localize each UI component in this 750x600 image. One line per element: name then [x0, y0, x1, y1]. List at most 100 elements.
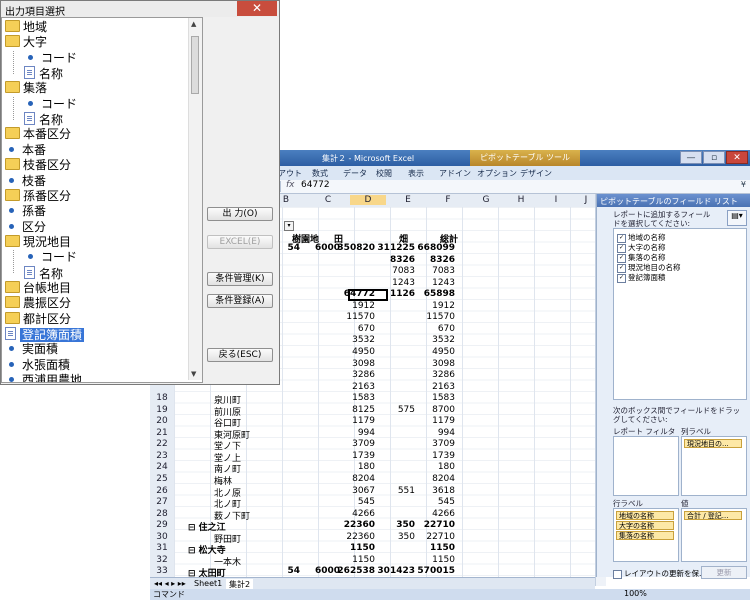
- tree-node[interactable]: コード: [24, 97, 77, 112]
- back-button[interactable]: 戻る(ESC): [207, 348, 273, 362]
- pivot-cell[interactable]: 180: [335, 462, 375, 472]
- pivot-cell[interactable]: 1912: [415, 301, 455, 311]
- row-field-chip[interactable]: 集落の名称: [616, 531, 674, 540]
- tree-node[interactable]: 水張面積: [5, 358, 70, 373]
- tree-node[interactable]: 現況地目: [5, 234, 71, 250]
- pivot-cell[interactable]: 570015: [415, 566, 455, 576]
- tab-design[interactable]: デザイン: [520, 168, 552, 179]
- tree-node[interactable]: 枝番区分: [5, 158, 71, 173]
- value-field-chip[interactable]: 合計 / 登記...: [684, 511, 742, 520]
- pivot-cell[interactable]: 4950: [335, 347, 375, 357]
- tree-node[interactable]: 登記簿面積: [5, 327, 85, 342]
- pivot-cell[interactable]: 3532: [415, 335, 455, 345]
- field-layout-button[interactable]: ▤▾: [727, 210, 747, 226]
- column-header-f[interactable]: F: [430, 195, 466, 205]
- pivot-cell[interactable]: 1126: [375, 289, 415, 299]
- field-tree[interactable]: ▲ ▼ 地域 大字 コード 名称 集落 コード 名称 本番区分 本番 枝番区分 枝番 孫番区分 孫番 区分…: [1, 17, 203, 383]
- fx-icon[interactable]: fx: [286, 180, 295, 190]
- column-header-e[interactable]: E: [390, 195, 426, 205]
- tree-node[interactable]: 孫番: [5, 204, 46, 219]
- pivot-cell[interactable]: 545: [335, 497, 375, 507]
- pivot-cell[interactable]: 4266: [335, 509, 375, 519]
- pivot-cell[interactable]: 1150: [335, 543, 375, 553]
- condition-manage-button[interactable]: 条件管理(K): [207, 272, 273, 286]
- pivot-cell[interactable]: 54: [260, 566, 300, 576]
- row-number[interactable]: 32: [150, 555, 174, 565]
- pivot-cell[interactable]: 1583: [335, 393, 375, 403]
- pivot-cell[interactable]: 1583: [415, 393, 455, 403]
- pivot-cell[interactable]: 2163: [335, 382, 375, 392]
- pivot-cell[interactable]: 3098: [415, 359, 455, 369]
- maximize-button[interactable]: ▫: [703, 151, 725, 164]
- pivot-cell[interactable]: 8700: [415, 405, 455, 415]
- pivot-cell[interactable]: 8125: [335, 405, 375, 415]
- pivot-cell[interactable]: 545: [415, 497, 455, 507]
- scroll-down-icon[interactable]: ▼: [191, 370, 196, 378]
- pivot-cell[interactable]: 64772: [335, 289, 375, 299]
- pivot-cell[interactable]: 1243: [375, 278, 415, 288]
- pivot-cell[interactable]: 2163: [415, 382, 455, 392]
- report-filter-area[interactable]: [613, 436, 679, 496]
- excel-close-button[interactable]: ✕: [726, 151, 748, 164]
- tree-node[interactable]: 区分: [5, 220, 46, 235]
- pivot-cell[interactable]: 3067: [335, 486, 375, 496]
- pivot-cell[interactable]: 1179: [335, 416, 375, 426]
- tree-scrollbar[interactable]: ▲ ▼: [188, 18, 202, 380]
- row-number[interactable]: 22: [150, 439, 174, 449]
- tree-node[interactable]: 名称: [24, 265, 63, 281]
- defer-update-checkbox[interactable]: レイアウトの更新を保...: [613, 568, 706, 579]
- row-number[interactable]: 28: [150, 509, 174, 519]
- filter-dropdown-icon[interactable]: ▾: [284, 221, 294, 231]
- field-item[interactable]: ✓ 登記簿面積: [617, 272, 666, 283]
- tree-node[interactable]: 実面積: [5, 342, 58, 357]
- pivot-cell[interactable]: 3709: [415, 439, 455, 449]
- dialog-close-button[interactable]: ✕: [237, 1, 277, 16]
- pivot-cell[interactable]: 65898: [415, 289, 455, 299]
- formula-input[interactable]: 64772: [301, 180, 330, 190]
- pivot-cell[interactable]: 4266: [415, 509, 455, 519]
- tree-node[interactable]: 地域: [5, 20, 47, 35]
- pivot-cell[interactable]: 1179: [415, 416, 455, 426]
- row-field-chip[interactable]: 大字の名称: [616, 521, 674, 530]
- pivot-cell[interactable]: 262538: [335, 566, 375, 576]
- pivot-cell[interactable]: 22360: [335, 520, 375, 530]
- pivot-cell[interactable]: 1243: [415, 278, 455, 288]
- pivot-cell[interactable]: 994: [415, 428, 455, 438]
- tree-node[interactable]: 名称: [24, 66, 63, 81]
- pivot-cell[interactable]: 670: [335, 324, 375, 334]
- column-labels-area[interactable]: 現況地目の...: [681, 436, 747, 496]
- output-button[interactable]: 出 力(O): [207, 207, 273, 221]
- checkbox-icon[interactable]: ✓: [617, 273, 626, 283]
- pivot-cell[interactable]: 3286: [415, 370, 455, 380]
- pivot-cell[interactable]: 8326: [415, 255, 455, 265]
- tree-node[interactable]: コード: [24, 51, 77, 66]
- tree-node[interactable]: 孫番区分: [5, 188, 71, 204]
- pivot-cell[interactable]: 1739: [335, 451, 375, 461]
- minimize-button[interactable]: —: [680, 151, 702, 164]
- zoom-level[interactable]: 100%: [624, 589, 647, 598]
- pivot-cell[interactable]: 7083: [375, 266, 415, 276]
- pivot-cell[interactable]: 3286: [335, 370, 375, 380]
- pivot-cell[interactable]: 8204: [415, 474, 455, 484]
- tree-scrollbar-thumb[interactable]: [191, 36, 199, 94]
- scroll-up-icon[interactable]: ▲: [191, 20, 196, 28]
- pivot-tools-context-tab[interactable]: ピボットテーブル ツール: [470, 150, 580, 166]
- row-field-chip[interactable]: 地域の名称: [616, 511, 674, 520]
- row-number[interactable]: 26: [150, 486, 174, 496]
- pivot-cell[interactable]: 311225: [375, 243, 415, 253]
- pivot-cell[interactable]: 994: [335, 428, 375, 438]
- condition-register-button[interactable]: 条件登録(A): [207, 294, 273, 308]
- tab-review[interactable]: 校閲: [376, 168, 392, 179]
- pivot-cell[interactable]: 1150: [415, 555, 455, 565]
- tab-data[interactable]: データ: [343, 168, 367, 179]
- row-number[interactable]: 29: [150, 520, 174, 530]
- row-number[interactable]: 25: [150, 474, 174, 484]
- pivot-cell[interactable]: 6000: [300, 243, 340, 253]
- column-header-g[interactable]: G: [468, 195, 504, 205]
- pivot-cell[interactable]: 350: [375, 532, 415, 542]
- tab-view[interactable]: 表示: [408, 168, 424, 179]
- pivot-cell[interactable]: 350: [375, 520, 415, 530]
- tab-options[interactable]: オプション: [477, 168, 517, 179]
- update-button[interactable]: 更新: [701, 566, 747, 579]
- tree-node[interactable]: 本番区分: [5, 127, 71, 142]
